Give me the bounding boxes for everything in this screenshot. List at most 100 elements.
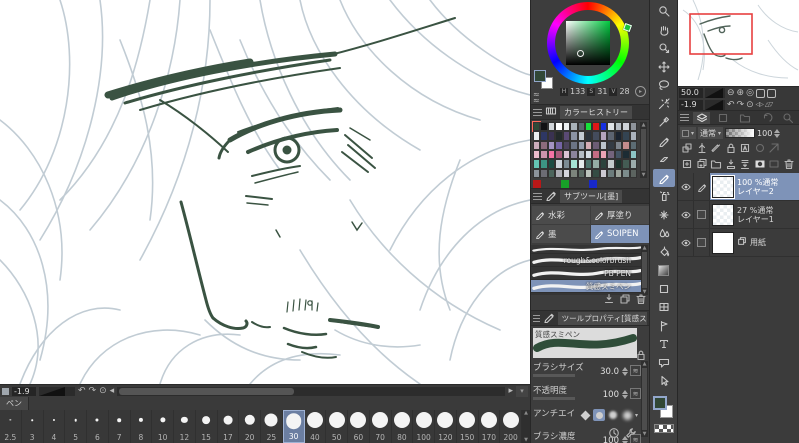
layer-row[interactable]: 100 %通常 レイヤー2	[678, 173, 799, 201]
history-color-swatch[interactable]	[570, 140, 578, 150]
layer-property-tab-icon[interactable]	[714, 112, 732, 124]
transfer-down-icon[interactable]	[725, 158, 737, 173]
brush-size-cell[interactable]: 3	[22, 410, 44, 443]
text-tool-icon[interactable]	[653, 335, 675, 354]
history-color-swatch[interactable]	[592, 131, 600, 141]
navigator-rotation-slider[interactable]	[705, 100, 725, 110]
actual-size-icon[interactable]	[766, 88, 776, 98]
clip-to-layer-icon[interactable]	[681, 142, 693, 157]
history-color-swatch[interactable]	[555, 131, 563, 141]
search-tab-icon[interactable]	[779, 112, 797, 124]
foreground-color-swatch[interactable]	[534, 70, 546, 82]
history-color-swatch[interactable]	[555, 168, 563, 178]
history-color-swatch[interactable]	[614, 122, 623, 132]
layer-edit-icon[interactable]	[694, 173, 710, 200]
history-color-swatch[interactable]	[533, 131, 541, 141]
history-color-swatch[interactable]	[584, 168, 593, 178]
history-color-swatch[interactable]	[577, 140, 585, 150]
airbrush-tool-icon[interactable]	[653, 187, 675, 206]
brush-tool-icon[interactable]	[652, 168, 675, 187]
chevron-down-icon[interactable]: ▾	[635, 412, 638, 419]
frame-tool-icon[interactable]	[653, 298, 675, 317]
history-color-swatch[interactable]	[599, 140, 608, 150]
history-color-swatch[interactable]	[547, 131, 556, 141]
saturation-value-box[interactable]	[566, 21, 610, 65]
brush-size-cell[interactable]: 4	[44, 410, 66, 443]
scroll-right-icon[interactable]: ▸	[508, 386, 513, 397]
history-color-swatch[interactable]	[531, 120, 542, 133]
brush-size-cell[interactable]: 200	[500, 410, 522, 443]
scroll-left-icon[interactable]: ◂	[110, 386, 115, 397]
history-color-swatch[interactable]	[562, 149, 571, 160]
subtool-tab[interactable]: サブツール[墨]	[560, 189, 623, 203]
history-color-swatch[interactable]	[540, 168, 548, 178]
history-color-swatch[interactable]	[570, 131, 578, 141]
brush-size-cell[interactable]: 40	[305, 410, 327, 443]
eraser-tool-icon[interactable]	[653, 150, 675, 169]
brush-size-cell[interactable]: 150	[457, 410, 479, 443]
blend-tool-icon[interactable]	[653, 224, 675, 243]
rotate-left-icon[interactable]: ↶	[727, 100, 735, 110]
rotation-reset-icon[interactable]: ⊙	[746, 100, 754, 110]
history-color-swatch[interactable]	[607, 168, 615, 178]
history-color-swatch[interactable]	[533, 159, 541, 169]
move-tool-icon[interactable]	[653, 58, 675, 77]
history-color-swatch[interactable]	[533, 140, 541, 150]
history-color-swatch[interactable]	[584, 122, 593, 132]
brush-size-cell[interactable]: 12	[174, 410, 196, 443]
history-color-swatch[interactable]	[592, 168, 600, 178]
foreground-color-swatch[interactable]	[652, 395, 667, 410]
scroll-up-icon[interactable]: ▲	[643, 245, 647, 251]
blend-mode-dropdown[interactable]: 通常 ▾	[698, 127, 724, 139]
history-color-swatch[interactable]	[570, 159, 578, 169]
history-color-swatch[interactable]	[629, 168, 637, 178]
opacity-stepper[interactable]	[774, 128, 781, 138]
history-color-swatch[interactable]	[540, 159, 548, 169]
history-color-swatch[interactable]	[555, 159, 563, 169]
history-color-swatch[interactable]	[570, 122, 578, 132]
layer-thumbnail[interactable]	[712, 231, 734, 254]
history-color-swatch[interactable]	[577, 131, 585, 141]
history-color-swatch[interactable]	[622, 168, 630, 178]
zoom-in-icon[interactable]: ⊕	[737, 88, 745, 98]
antialias-strong[interactable]	[621, 409, 633, 421]
history-color-swatch[interactable]	[547, 122, 556, 132]
brush-size-cell[interactable]: 60	[348, 410, 370, 443]
history-color-swatch[interactable]	[570, 149, 578, 160]
subtool-group-button[interactable]: 厚塗り	[591, 206, 649, 224]
delete-subtool-icon[interactable]	[635, 293, 647, 308]
eyedropper-tool-icon[interactable]	[653, 113, 675, 132]
reset-rotation-icon[interactable]: ⊙	[99, 386, 107, 397]
new-raster-layer-icon[interactable]	[681, 158, 693, 173]
history-color-swatch[interactable]	[607, 122, 615, 132]
new-folder-icon[interactable]	[710, 158, 722, 173]
brush-size-cell[interactable]: 10	[152, 410, 174, 443]
layer-edit-icon[interactable]	[694, 229, 710, 256]
history-color-swatch[interactable]	[562, 122, 571, 132]
subtool-group-button[interactable]: SOIPEN	[591, 225, 649, 243]
horizontal-scrollbar[interactable]	[117, 386, 506, 396]
history-color-swatch[interactable]	[629, 131, 637, 141]
lock-transparent-icon[interactable]	[739, 142, 751, 157]
quick-color-swatch[interactable]	[561, 180, 569, 188]
history-color-swatch[interactable]	[607, 131, 615, 141]
property-stepper[interactable]	[622, 367, 628, 376]
scrollbar-thumb[interactable]	[119, 387, 294, 395]
history-color-swatch[interactable]	[614, 168, 623, 178]
history-color-swatch[interactable]	[592, 122, 600, 132]
navigator-zoom-value[interactable]: 50.0	[679, 88, 703, 98]
history-color-swatch[interactable]	[629, 159, 637, 169]
layer-thumbnail[interactable]	[712, 203, 734, 226]
property-value[interactable]: 30.0	[600, 367, 619, 377]
layers-tab-icon[interactable]	[692, 111, 711, 124]
brush-size-cell[interactable]: 120	[435, 410, 457, 443]
transparent-color-swatch[interactable]	[653, 423, 674, 433]
panel-menu-icon[interactable]	[533, 192, 542, 200]
subtool-scrollbar[interactable]: ▲ ▼	[641, 245, 648, 295]
brush-size-cell[interactable]: 100	[413, 410, 435, 443]
quick-color-swatch[interactable]	[589, 180, 597, 188]
layer-edit-icon[interactable]	[694, 201, 710, 228]
brush-size-cell[interactable]: 15	[196, 410, 218, 443]
history-color-swatch[interactable]	[622, 149, 630, 160]
canvas-rotation-value[interactable]: -1.9	[12, 386, 36, 396]
